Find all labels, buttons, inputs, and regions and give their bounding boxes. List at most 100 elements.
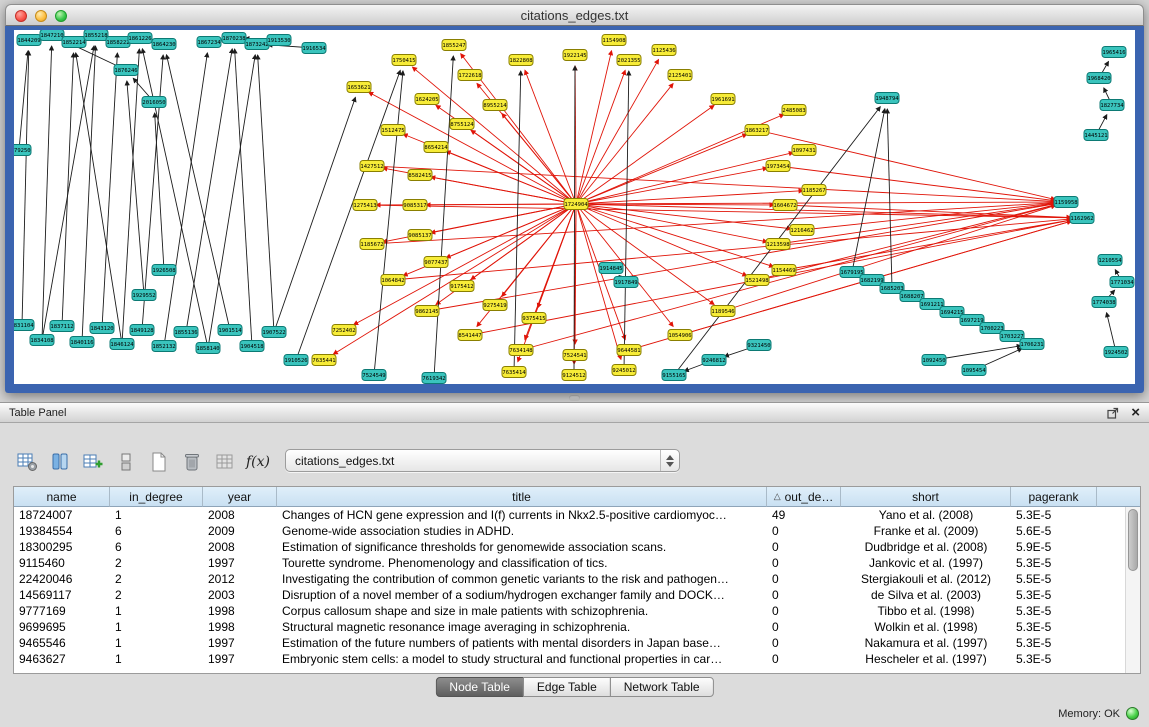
table-row[interactable]: 2242004622012Investigating the contribut…	[14, 571, 1125, 587]
graph-node[interactable]: 7524549	[362, 370, 386, 381]
graph-node[interactable]: 9175412	[450, 281, 474, 292]
graph-node[interactable]: 1861226	[128, 33, 152, 44]
table-row[interactable]: 911546021997Tourette syndrome. Phenomeno…	[14, 555, 1125, 571]
graph-node[interactable]: 1834108	[30, 335, 54, 346]
tab-edge-table[interactable]: Edge Table	[523, 677, 611, 697]
graph-node[interactable]: 1855218	[84, 30, 108, 41]
import-table-icon[interactable]	[214, 451, 236, 473]
graph-node[interactable]: 2125401	[668, 70, 692, 81]
table-row[interactable]: 946554611997Estimation of the future num…	[14, 635, 1125, 651]
graph-node[interactable]: 9321450	[747, 340, 771, 351]
window-titlebar[interactable]: citations_edges.txt	[5, 4, 1144, 26]
graph-node[interactable]: 7252402	[332, 325, 356, 336]
graph-node[interactable]: 7634148	[509, 345, 533, 356]
graph-node[interactable]: 1844209	[17, 35, 41, 46]
graph-node[interactable]: 7524541	[563, 350, 587, 361]
tab-network-table[interactable]: Network Table	[610, 677, 714, 697]
graph-node[interactable]: 1159958	[1054, 197, 1078, 208]
tab-node-table[interactable]: Node Table	[435, 677, 524, 697]
graph-node[interactable]: 1427512	[360, 161, 384, 172]
graph-node[interactable]: 7635441	[312, 355, 336, 366]
graph-node[interactable]: 1917849	[614, 277, 638, 288]
graph-node[interactable]: 1840116	[70, 337, 94, 348]
graph-node[interactable]: 1858140	[196, 343, 220, 354]
graph-node[interactable]: 8654214	[424, 142, 448, 153]
graph-node[interactable]: 1185672	[360, 239, 384, 250]
graph-node[interactable]: 9155165	[662, 370, 686, 381]
graph-node[interactable]: 1901514	[218, 325, 242, 336]
table-scrollbar-thumb[interactable]	[1128, 509, 1138, 571]
graph-node[interactable]: 1929552	[132, 290, 156, 301]
graph-node[interactable]: 1843120	[90, 323, 114, 334]
graph-node[interactable]: 1095454	[962, 365, 986, 376]
column-header-in_degree[interactable]: in_degree	[110, 487, 203, 507]
column-header-short[interactable]: short	[841, 487, 1011, 507]
graph-node[interactable]: 1724904	[564, 199, 588, 210]
graph-node[interactable]: 1864230	[152, 39, 176, 50]
graph-node[interactable]: 1831104	[14, 320, 34, 331]
close-panel-icon[interactable]: ×	[1131, 407, 1140, 419]
graph-node[interactable]: 1870238	[222, 33, 246, 44]
graph-node[interactable]: 1904518	[240, 341, 264, 352]
graph-node[interactable]: 1210554	[1098, 255, 1122, 266]
graph-node[interactable]: 9246812	[702, 355, 726, 366]
graph-node[interactable]: 1913530	[267, 35, 291, 46]
graph-node[interactable]: 1973454	[766, 161, 790, 172]
graph-node[interactable]: 1774038	[1092, 297, 1116, 308]
graph-node[interactable]: 1216462	[790, 225, 814, 236]
graph-node[interactable]: 1837112	[50, 321, 74, 332]
row-tools-icon[interactable]	[115, 451, 137, 473]
graph-node[interactable]: 1867234	[197, 37, 221, 48]
graph-node[interactable]: 1914845	[599, 263, 623, 274]
column-header-pagerank[interactable]: pagerank	[1011, 487, 1097, 507]
column-header-title[interactable]: title	[277, 487, 767, 507]
graph-node[interactable]: 1097431	[792, 145, 816, 156]
graph-node[interactable]: 1873242	[245, 39, 269, 50]
graph-node[interactable]: 1822808	[509, 55, 533, 66]
graph-node[interactable]: 1154908	[602, 35, 626, 46]
graph-node[interactable]: 9644581	[617, 345, 641, 356]
graph-node[interactable]: 1154469	[772, 265, 796, 276]
graph-node[interactable]: 2021355	[617, 55, 641, 66]
table-row[interactable]: 1938455462009Genome-wide association stu…	[14, 523, 1125, 539]
graph-node[interactable]: 1852214	[62, 37, 86, 48]
panel-divider-grip[interactable]	[569, 395, 580, 401]
graph-node[interactable]: 1750415	[392, 55, 416, 66]
table-selector-combobox[interactable]: citations_edges.txt	[285, 449, 680, 472]
graph-node[interactable]: 1653621	[347, 82, 371, 93]
graph-node[interactable]: 1512475	[381, 125, 405, 136]
graph-node[interactable]: 1604672	[773, 200, 797, 211]
graph-node[interactable]: 8755124	[450, 119, 474, 130]
close-window-button[interactable]	[15, 10, 27, 22]
graph-node[interactable]: 9085317	[403, 200, 427, 211]
graph-node[interactable]: 2016050	[142, 97, 166, 108]
graph-node[interactable]: 1849128	[130, 325, 154, 336]
column-header-year[interactable]: year	[203, 487, 277, 507]
graph-node[interactable]: 1924502	[1104, 347, 1128, 358]
graph-node[interactable]: 1189546	[711, 306, 735, 317]
graph-node[interactable]: 8582415	[408, 170, 432, 181]
graph-node[interactable]: 8541447	[458, 330, 482, 341]
graph-node[interactable]: 1521498	[745, 275, 769, 286]
delete-icon[interactable]	[181, 451, 203, 473]
graph-node[interactable]: 1125436	[652, 45, 676, 56]
graph-node[interactable]: 9077437	[424, 257, 448, 268]
graph-node[interactable]: 1965416	[1102, 47, 1126, 58]
table-row[interactable]: 977716911998Corpus callosum shape and si…	[14, 603, 1125, 619]
graph-node[interactable]: 1907522	[262, 327, 286, 338]
graph-node[interactable]: 1879250	[14, 145, 31, 156]
table-row[interactable]: 1872400712008Changes of HCN gene express…	[14, 507, 1125, 523]
graph-node[interactable]: 1855136	[174, 327, 198, 338]
column-header-name[interactable]: name	[14, 487, 110, 507]
graph-node[interactable]: 1855247	[442, 40, 466, 51]
table-scrollbar[interactable]	[1125, 507, 1140, 673]
table-settings-icon[interactable]	[16, 451, 38, 473]
graph-node[interactable]: 1771034	[1110, 277, 1134, 288]
table-row[interactable]: 1830029562008Estimation of significance …	[14, 539, 1125, 555]
graph-node[interactable]: 1863217	[745, 125, 769, 136]
graph-node[interactable]: 7635414	[502, 367, 526, 378]
graph-node[interactable]: 7619342	[422, 373, 446, 384]
new-document-icon[interactable]	[148, 451, 170, 473]
graph-node[interactable]: 1722618	[458, 70, 482, 81]
graph-node[interactable]: 1162962	[1070, 213, 1094, 224]
